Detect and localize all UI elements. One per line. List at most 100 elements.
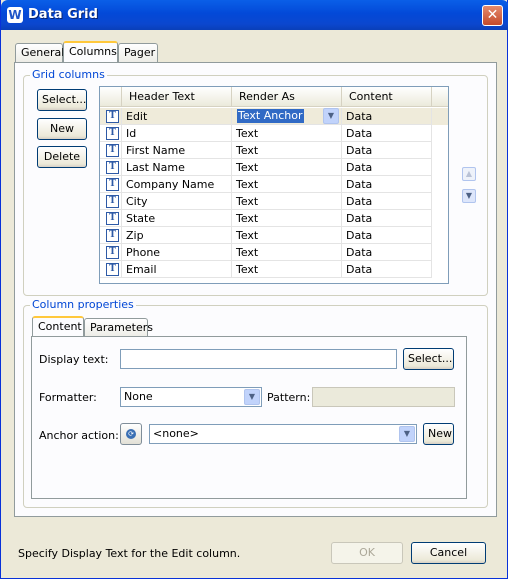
title-bar[interactable]: W Data Grid ✕: [1, 0, 508, 30]
table-row[interactable]: T First Name Text Data: [100, 142, 448, 159]
text-column-icon: T: [106, 263, 119, 276]
table-row[interactable]: T Edit Text Anchor ▼ Data: [100, 108, 448, 125]
table-row[interactable]: T Zip Text Data: [100, 227, 448, 244]
anchor-action-label: Anchor action:: [39, 429, 119, 442]
row-content-source: Data: [342, 261, 432, 278]
display-text-field[interactable]: [120, 349, 397, 369]
grid-columns-legend: Grid columns: [30, 68, 107, 81]
row-header-text: Email: [122, 261, 232, 278]
row-render-as: Text: [232, 210, 342, 227]
anchor-action-wizard-button[interactable]: ⟳: [120, 423, 142, 445]
row-content-source: Data: [342, 227, 432, 244]
cancel-button[interactable]: Cancel: [411, 542, 486, 564]
tab-columns[interactable]: Columns: [63, 41, 118, 63]
text-column-icon: T: [106, 229, 119, 242]
row-render-as: Text: [232, 193, 342, 210]
column-properties-legend: Column properties: [30, 298, 136, 311]
close-icon: ✕: [486, 7, 499, 23]
text-column-icon: T: [106, 110, 119, 123]
anchor-action-dropdown-button[interactable]: ▼: [399, 426, 415, 442]
text-column-icon: T: [106, 246, 119, 259]
row-content-source: Data: [342, 108, 432, 125]
app-logo-icon: W: [7, 7, 23, 23]
status-hint: Specify Display Text for the Edit column…: [18, 547, 241, 560]
pattern-label: Pattern:: [267, 391, 311, 404]
arrow-down-icon: ▼: [465, 191, 473, 200]
pattern-field[interactable]: [312, 387, 455, 407]
row-content-source: Data: [342, 210, 432, 227]
row-header-text: First Name: [122, 142, 232, 159]
chevron-down-icon: ▼: [327, 111, 335, 120]
row-render-as: Text: [232, 261, 342, 278]
row-header-text: Company Name: [122, 176, 232, 193]
row-content-source: Data: [342, 244, 432, 261]
ok-button[interactable]: OK: [331, 542, 403, 564]
row-header-text: Id: [122, 125, 232, 142]
render-as-value: Text Anchor: [237, 109, 304, 123]
tab-general[interactable]: General: [15, 43, 64, 63]
row-render-as: Text: [232, 176, 342, 193]
render-as-dropdown-button[interactable]: ▼: [323, 108, 339, 124]
grid-header: Header Text Render As Content Source: [100, 87, 448, 122]
formatter-label: Formatter:: [39, 391, 97, 404]
table-row[interactable]: T Email Text Data: [100, 261, 448, 278]
row-render-as: Text: [232, 159, 342, 176]
close-button[interactable]: ✕: [482, 5, 503, 26]
row-content-source: Data: [342, 193, 432, 210]
row-content-source: Data: [342, 142, 432, 159]
row-header-text: Edit: [122, 108, 232, 125]
row-content-source: Data: [342, 159, 432, 176]
text-column-icon: T: [106, 178, 119, 191]
table-row[interactable]: T Company Name Text Data: [100, 176, 448, 193]
row-header-text: Phone: [122, 244, 232, 261]
header-render-as[interactable]: Render As: [232, 87, 342, 106]
header-content-source[interactable]: Content Source: [342, 87, 432, 122]
columns-grid[interactable]: Header Text Render As Content Source T E…: [99, 86, 449, 284]
data-grid-dialog: W Data Grid ✕ General Columns Pager Grid…: [0, 0, 508, 579]
table-row[interactable]: T Phone Text Data: [100, 244, 448, 261]
row-render-as: Text: [232, 244, 342, 261]
render-as-combo[interactable]: Text Anchor ▼: [232, 108, 342, 125]
text-column-icon: T: [106, 161, 119, 174]
anchor-action-select[interactable]: <none> ▼: [149, 424, 417, 444]
move-down-button[interactable]: ▼: [462, 189, 476, 203]
new-column-button[interactable]: New: [37, 118, 87, 140]
row-render-as: Text: [232, 227, 342, 244]
row-header-text: Last Name: [122, 159, 232, 176]
row-render-as: Text: [232, 142, 342, 159]
delete-column-button[interactable]: Delete: [37, 146, 87, 168]
select-columns-button[interactable]: Select...: [37, 89, 87, 111]
row-header-text: State: [122, 210, 232, 227]
text-column-icon: T: [106, 195, 119, 208]
refresh-icon: ⟳: [126, 429, 136, 439]
display-text-label: Display text:: [39, 353, 109, 366]
chevron-down-icon: ▼: [248, 392, 256, 401]
tab-parameters[interactable]: Parameters: [84, 318, 153, 338]
text-column-icon: T: [106, 127, 119, 140]
row-render-as: Text: [232, 125, 342, 142]
header-header-text[interactable]: Header Text: [122, 87, 232, 106]
anchor-action-new-button[interactable]: New: [423, 423, 454, 445]
table-row[interactable]: T City Text Data: [100, 193, 448, 210]
formatter-select[interactable]: None ▼: [120, 387, 262, 407]
tab-content[interactable]: Content: [32, 316, 84, 338]
anchor-action-value: <none>: [153, 427, 199, 440]
tab-pager[interactable]: Pager: [118, 43, 158, 63]
text-column-icon: T: [106, 212, 119, 225]
arrow-up-icon: ▲: [465, 169, 473, 178]
header-icon-col: [100, 87, 122, 106]
row-content-source: Data: [342, 125, 432, 142]
row-header-text: City: [122, 193, 232, 210]
row-content-source: Data: [342, 176, 432, 193]
window-title: Data Grid: [28, 7, 98, 22]
chevron-down-icon: ▼: [403, 429, 411, 438]
formatter-dropdown-button[interactable]: ▼: [244, 389, 260, 405]
move-up-button[interactable]: ▲: [462, 167, 476, 181]
formatter-value: None: [124, 390, 153, 403]
table-row[interactable]: T Id Text Data: [100, 125, 448, 142]
table-row[interactable]: T Last Name Text Data: [100, 159, 448, 176]
text-column-icon: T: [106, 144, 119, 157]
table-row[interactable]: T State Text Data: [100, 210, 448, 227]
display-text-select-button[interactable]: Select...: [403, 348, 454, 370]
row-header-text: Zip: [122, 227, 232, 244]
